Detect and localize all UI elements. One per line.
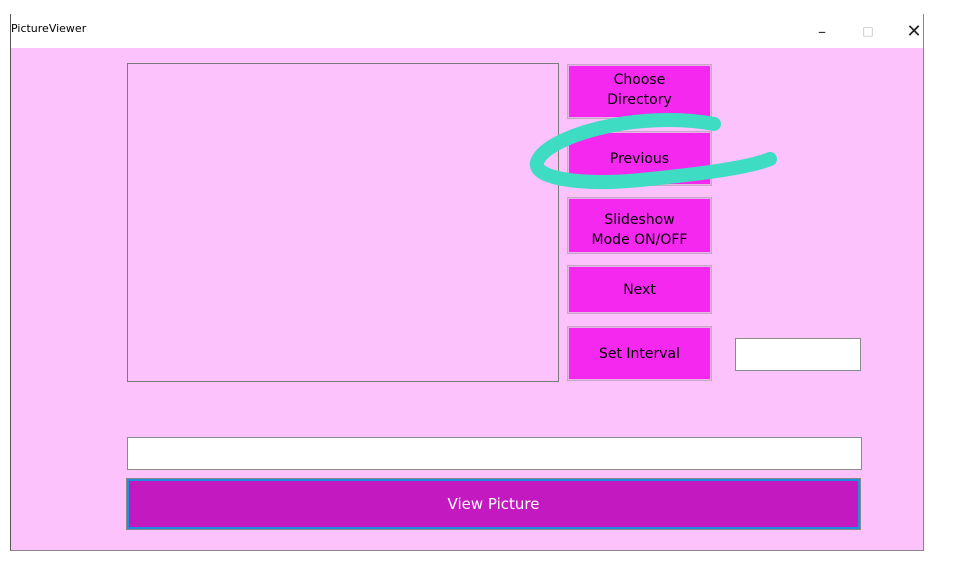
set-interval-button[interactable]: Set Interval xyxy=(567,326,712,381)
close-button[interactable]: ✕ xyxy=(891,14,937,48)
minimize-button[interactable]: – xyxy=(799,14,845,48)
next-button[interactable]: Next xyxy=(567,265,712,314)
picture-display xyxy=(127,63,559,382)
maximize-button[interactable]: □ xyxy=(845,14,891,48)
path-input[interactable] xyxy=(127,437,862,470)
previous-button[interactable]: Previous xyxy=(567,131,712,186)
app-window: PictureViewer – □ ✕ Choose Directory Pre… xyxy=(10,14,924,551)
window-title: PictureViewer xyxy=(11,22,87,35)
choose-directory-button[interactable]: Choose Directory xyxy=(567,64,712,119)
slideshow-toggle-button[interactable]: Slideshow Mode ON/OFF xyxy=(567,197,712,254)
title-bar[interactable]: PictureViewer – □ ✕ xyxy=(11,14,923,48)
interval-input[interactable] xyxy=(735,338,861,371)
view-picture-button[interactable]: View Picture xyxy=(126,478,861,530)
